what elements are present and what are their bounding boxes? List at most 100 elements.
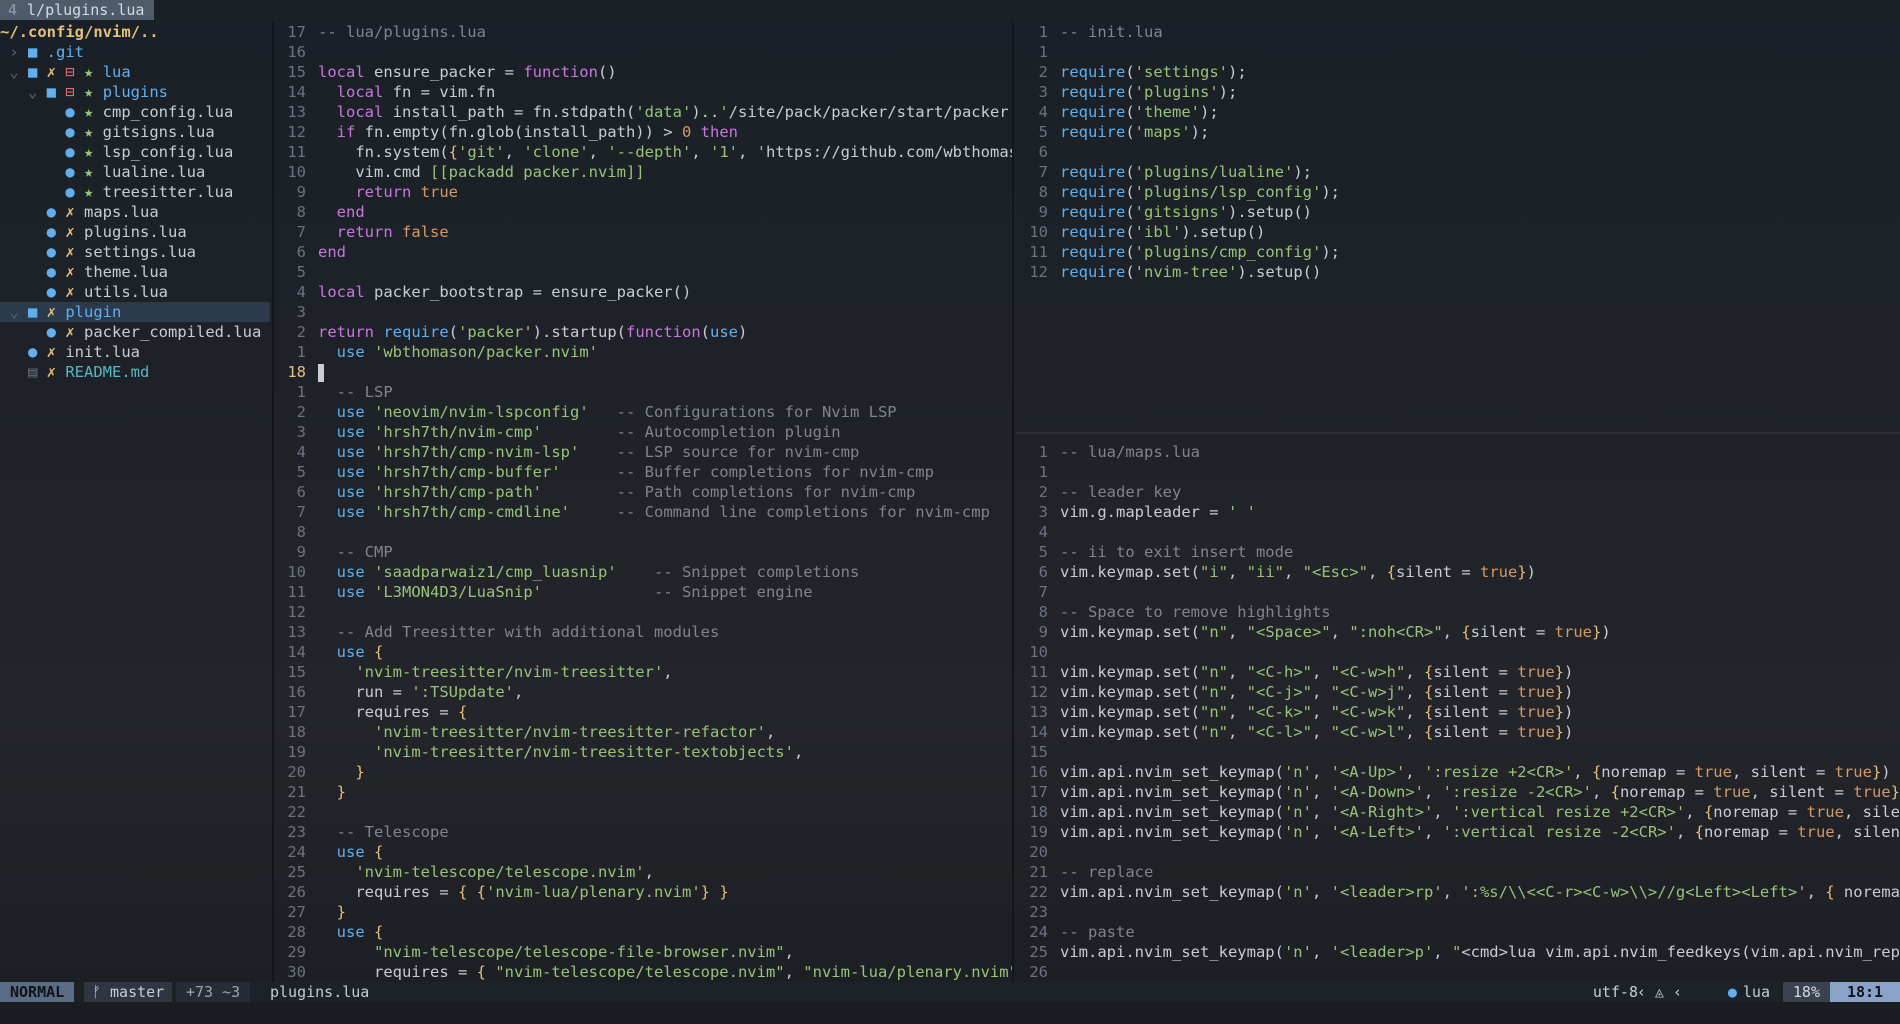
code-line[interactable]: 17 requires = { xyxy=(276,702,1014,722)
code-line[interactable]: 4 xyxy=(1016,522,1900,542)
code-line[interactable]: 5 -- ii to exit insert mode xyxy=(1016,542,1900,562)
split-separator[interactable] xyxy=(272,22,274,982)
code-line[interactable]: 2 return require('packer').startup(functi… xyxy=(276,322,1014,342)
editor-pane-init[interactable]: 1 -- init.lua 1 2 require('settings'); 3 requi… xyxy=(1016,22,1900,430)
code-line[interactable]: 4 local packer_bootstrap = ensure_packer(… xyxy=(276,282,1014,302)
code-line[interactable]: 14 use { xyxy=(276,642,1014,662)
code-line[interactable]: 8 -- Space to remove highlights xyxy=(1016,602,1900,622)
code-line[interactable]: 22 vim.api.nvim_set_keymap('n', '<leader>… xyxy=(1016,882,1900,902)
code-line[interactable]: 18 xyxy=(276,362,1014,382)
code-line[interactable]: 2 -- leader key xyxy=(1016,482,1900,502)
code-line[interactable]: 8 end xyxy=(276,202,1014,222)
code-line[interactable]: 11 use 'L3MON4D3/LuaSnip' -- Snippet eng… xyxy=(276,582,1014,602)
code-line[interactable]: 24 use { xyxy=(276,842,1014,862)
code-line[interactable]: 1 use 'wbthomason/packer.nvim' xyxy=(276,342,1014,362)
code-line[interactable]: 10 require('ibl').setup() xyxy=(1016,222,1900,242)
code-line[interactable]: 4 use 'hrsh7th/cmp-nvim-lsp' -- LSP sour… xyxy=(276,442,1014,462)
code-line[interactable]: 22 xyxy=(276,802,1014,822)
code-line[interactable]: 7 xyxy=(1016,582,1900,602)
code-line[interactable]: 10 xyxy=(1016,642,1900,662)
code-line[interactable]: 7 require('plugins/lualine'); xyxy=(1016,162,1900,182)
code-line[interactable]: 19 'nvim-treesitter/nvim-treesitter-text… xyxy=(276,742,1014,762)
code-line[interactable]: 21 } xyxy=(276,782,1014,802)
code-line[interactable]: 25 vim.api.nvim_set_keymap('n', '<leader>… xyxy=(1016,942,1900,962)
code-line[interactable]: 30 requires = { "nvim-telescope/telescop… xyxy=(276,962,1014,982)
code-line[interactable]: 9 return true xyxy=(276,182,1014,202)
code-line[interactable]: 1 -- LSP xyxy=(276,382,1014,402)
code-line[interactable]: 6 xyxy=(1016,142,1900,162)
code-line[interactable]: 20 xyxy=(1016,842,1900,862)
tree-item--git[interactable]: › ■ .git xyxy=(0,42,270,62)
code-line[interactable]: 28 use { xyxy=(276,922,1014,942)
code-line[interactable]: 7 return false xyxy=(276,222,1014,242)
code-line[interactable]: 1 -- init.lua xyxy=(1016,22,1900,42)
code-line[interactable]: 11 fn.system({'git', 'clone', '--depth',… xyxy=(276,142,1014,162)
code-line[interactable]: 15 local ensure_packer = function() xyxy=(276,62,1014,82)
code-line[interactable]: 12 if fn.empty(fn.glob(install_path)) > … xyxy=(276,122,1014,142)
code-line[interactable]: 12 xyxy=(276,602,1014,622)
code-line[interactable]: 3 xyxy=(276,302,1014,322)
code-line[interactable]: 13 vim.keymap.set("n", "<C-k>", "<C-w>k",… xyxy=(1016,702,1900,722)
code-line[interactable]: 8 xyxy=(276,522,1014,542)
code-line[interactable]: 16 run = ':TSUpdate', xyxy=(276,682,1014,702)
tree-item-cmp-config-lua[interactable]: ● ★ cmp_config.lua xyxy=(0,102,270,122)
code-line[interactable]: 2 require('settings'); xyxy=(1016,62,1900,82)
tree-item-theme-lua[interactable]: ● ✗ theme.lua xyxy=(0,262,270,282)
code-line[interactable]: 6 end xyxy=(276,242,1014,262)
code-line[interactable]: 3 use 'hrsh7th/nvim-cmp' -- Autocompleti… xyxy=(276,422,1014,442)
tree-item-settings-lua[interactable]: ● ✗ settings.lua xyxy=(0,242,270,262)
code-line[interactable]: 25 'nvim-telescope/telescope.nvim', xyxy=(276,862,1014,882)
tree-item-utils-lua[interactable]: ● ✗ utils.lua xyxy=(0,282,270,302)
code-line[interactable]: 3 require('plugins'); xyxy=(1016,82,1900,102)
tree-item-plugin[interactable]: ⌄ ■ ✗ plugin xyxy=(0,302,270,322)
code-line[interactable]: 5 use 'hrsh7th/cmp-buffer' -- Buffer com… xyxy=(276,462,1014,482)
code-line[interactable]: 13 local install_path = fn.stdpath('data… xyxy=(276,102,1014,122)
tree-item-plugins[interactable]: ⌄ ■ ⊟ ★ plugins xyxy=(0,82,270,102)
code-line[interactable]: 12 require('nvim-tree').setup() xyxy=(1016,262,1900,282)
editor-pane-plugins[interactable]: 17 -- lua/plugins.lua 16 15 local ensure_pac… xyxy=(276,22,1014,982)
code-line[interactable]: 27 } xyxy=(276,902,1014,922)
code-line[interactable]: 13 -- Add Treesitter with additional mod… xyxy=(276,622,1014,642)
code-line[interactable]: 9 require('gitsigns').setup() xyxy=(1016,202,1900,222)
code-line[interactable]: 11 vim.keymap.set("n", "<C-h>", "<C-w>h",… xyxy=(1016,662,1900,682)
code-line[interactable]: 26 requires = { {'nvim-lua/plenary.nvim'… xyxy=(276,882,1014,902)
code-line[interactable]: 1 xyxy=(1016,462,1900,482)
tree-item-plugins-lua[interactable]: ● ✗ plugins.lua xyxy=(0,222,270,242)
code-line[interactable]: 21 -- replace xyxy=(1016,862,1900,882)
code-line[interactable]: 17 vim.api.nvim_set_keymap('n', '<A-Down>… xyxy=(1016,782,1900,802)
code-line[interactable]: 1 -- lua/maps.lua xyxy=(1016,442,1900,462)
code-line[interactable]: 16 xyxy=(276,42,1014,62)
code-line[interactable]: 29 "nvim-telescope/telescope-file-browse… xyxy=(276,942,1014,962)
tree-item-lsp-config-lua[interactable]: ● ★ lsp_config.lua xyxy=(0,142,270,162)
code-line[interactable]: 14 vim.keymap.set("n", "<C-l>", "<C-w>l",… xyxy=(1016,722,1900,742)
code-line[interactable]: 15 'nvim-treesitter/nvim-treesitter', xyxy=(276,662,1014,682)
tab-plugins-lua[interactable]: 4 l/plugins.lua xyxy=(0,0,155,20)
code-line[interactable]: 9 -- CMP xyxy=(276,542,1014,562)
tree-item-lualine-lua[interactable]: ● ★ lualine.lua xyxy=(0,162,270,182)
code-line[interactable]: 11 require('plugins/cmp_config'); xyxy=(1016,242,1900,262)
editor-pane-maps[interactable]: 1 -- lua/maps.lua 1 2 -- leader key 3 vim.g.ma… xyxy=(1016,442,1900,982)
code-line[interactable]: 26 xyxy=(1016,962,1900,982)
code-line[interactable]: 19 vim.api.nvim_set_keymap('n', '<A-Left>… xyxy=(1016,822,1900,842)
code-line[interactable]: 17 -- lua/plugins.lua xyxy=(276,22,1014,42)
code-line[interactable]: 6 vim.keymap.set("i", "ii", "<Esc>", {sil… xyxy=(1016,562,1900,582)
code-line[interactable]: 1 xyxy=(1016,42,1900,62)
code-line[interactable]: 20 } xyxy=(276,762,1014,782)
code-line[interactable]: 23 -- Telescope xyxy=(276,822,1014,842)
tree-item-init-lua[interactable]: ● ✗ init.lua xyxy=(0,342,270,362)
code-line[interactable]: 18 'nvim-treesitter/nvim-treesitter-refa… xyxy=(276,722,1014,742)
tree-item-lua[interactable]: ⌄ ■ ✗ ⊟ ★ lua xyxy=(0,62,270,82)
code-line[interactable]: 7 use 'hrsh7th/cmp-cmdline' -- Command l… xyxy=(276,502,1014,522)
code-line[interactable]: 3 vim.g.mapleader = ' ' xyxy=(1016,502,1900,522)
code-line[interactable]: 23 xyxy=(1016,902,1900,922)
code-line[interactable]: 12 vim.keymap.set("n", "<C-j>", "<C-w>j",… xyxy=(1016,682,1900,702)
code-line[interactable]: 2 use 'neovim/nvim-lspconfig' -- Configu… xyxy=(276,402,1014,422)
code-line[interactable]: 8 require('plugins/lsp_config'); xyxy=(1016,182,1900,202)
code-line[interactable]: 15 xyxy=(1016,742,1900,762)
code-line[interactable]: 6 use 'hrsh7th/cmp-path' -- Path complet… xyxy=(276,482,1014,502)
code-line[interactable]: 9 vim.keymap.set("n", "<Space>", ":noh<CR… xyxy=(1016,622,1900,642)
tree-item-gitsigns-lua[interactable]: ● ★ gitsigns.lua xyxy=(0,122,270,142)
split-separator[interactable] xyxy=(1012,22,1014,982)
tree-item-maps-lua[interactable]: ● ✗ maps.lua xyxy=(0,202,270,222)
tree-item-packer-compiled-lua[interactable]: ● ✗ packer_compiled.lua xyxy=(0,322,270,342)
